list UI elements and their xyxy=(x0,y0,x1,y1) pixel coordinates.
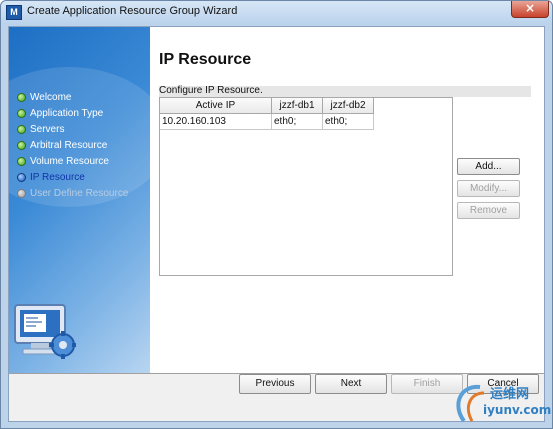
watermark-cn: 运维网 xyxy=(490,387,530,402)
title-bar[interactable]: M Create Application Resource Group Wiza… xyxy=(1,1,552,25)
step-ip-resource: IP Resource xyxy=(17,169,128,185)
step-done-icon xyxy=(17,140,26,150)
step-arbitral-resource: Arbitral Resource xyxy=(17,137,128,153)
wizard-client-area: Welcome Application Type Servers Arbitra… xyxy=(8,26,545,422)
window-title: Create Application Resource Group Wizard xyxy=(27,5,238,17)
step-label: Welcome xyxy=(30,91,72,103)
column-header-jzzf-db1[interactable]: jzzf-db1 xyxy=(272,98,323,114)
ip-resource-table[interactable]: Active IP jzzf-db1 jzzf-db2 10.20.160.10… xyxy=(159,97,453,276)
page-title: IP Resource xyxy=(159,51,252,68)
wizard-window: M Create Application Resource Group Wiza… xyxy=(0,0,553,429)
step-done-icon xyxy=(17,156,26,166)
wizard-sidebar: Welcome Application Type Servers Arbitra… xyxy=(9,27,150,373)
column-header-active-ip[interactable]: Active IP xyxy=(160,98,272,114)
watermark-en: iyunv.com xyxy=(483,403,552,417)
step-pending-icon xyxy=(17,188,26,198)
step-label: Arbitral Resource xyxy=(30,139,108,151)
previous-button[interactable]: Previous xyxy=(239,374,311,394)
step-label: Volume Resource xyxy=(30,155,109,167)
wizard-steps: Welcome Application Type Servers Arbitra… xyxy=(17,89,128,201)
step-current-icon xyxy=(17,172,26,182)
step-label: User Define Resource xyxy=(30,187,129,199)
step-servers: Servers xyxy=(17,121,128,137)
computer-gear-icon xyxy=(14,304,76,359)
step-volume-resource: Volume Resource xyxy=(17,153,128,169)
step-done-icon xyxy=(17,124,26,134)
step-done-icon xyxy=(17,108,26,118)
app-logo-icon: M xyxy=(6,5,22,20)
table-row[interactable]: 10.20.160.103 eth0; eth0; xyxy=(160,114,374,130)
add-button[interactable]: Add... xyxy=(457,158,520,175)
step-done-icon xyxy=(17,92,26,102)
table-cell-jzzf-db1: eth0; xyxy=(272,114,323,130)
column-header-jzzf-db2[interactable]: jzzf-db2 xyxy=(323,98,374,114)
next-button[interactable]: Next xyxy=(315,374,387,394)
close-button[interactable]: × xyxy=(511,1,549,18)
remove-button[interactable]: Remove xyxy=(457,202,520,219)
table-body: 10.20.160.103 eth0; eth0; xyxy=(160,114,374,130)
step-label: Application Type xyxy=(30,107,104,119)
step-label: Servers xyxy=(30,123,65,135)
step-application-type: Application Type xyxy=(17,105,128,121)
close-icon: × xyxy=(524,1,536,15)
wizard-content: IP Resource Configure IP Resource. Activ… xyxy=(150,27,544,373)
table-cell-active-ip: 10.20.160.103 xyxy=(160,114,272,130)
watermark: 运维网 iyunv.com xyxy=(450,381,552,427)
table-header: Active IP jzzf-db1 jzzf-db2 xyxy=(160,98,374,114)
section-header: Configure IP Resource. xyxy=(159,85,531,97)
section-label: Configure IP Resource. xyxy=(159,85,263,96)
step-welcome: Welcome xyxy=(17,89,128,105)
step-label: IP Resource xyxy=(30,171,85,183)
table-cell-jzzf-db2: eth0; xyxy=(323,114,374,130)
modify-button[interactable]: Modify... xyxy=(457,180,520,197)
step-user-define-resource: User Define Resource xyxy=(17,185,128,201)
